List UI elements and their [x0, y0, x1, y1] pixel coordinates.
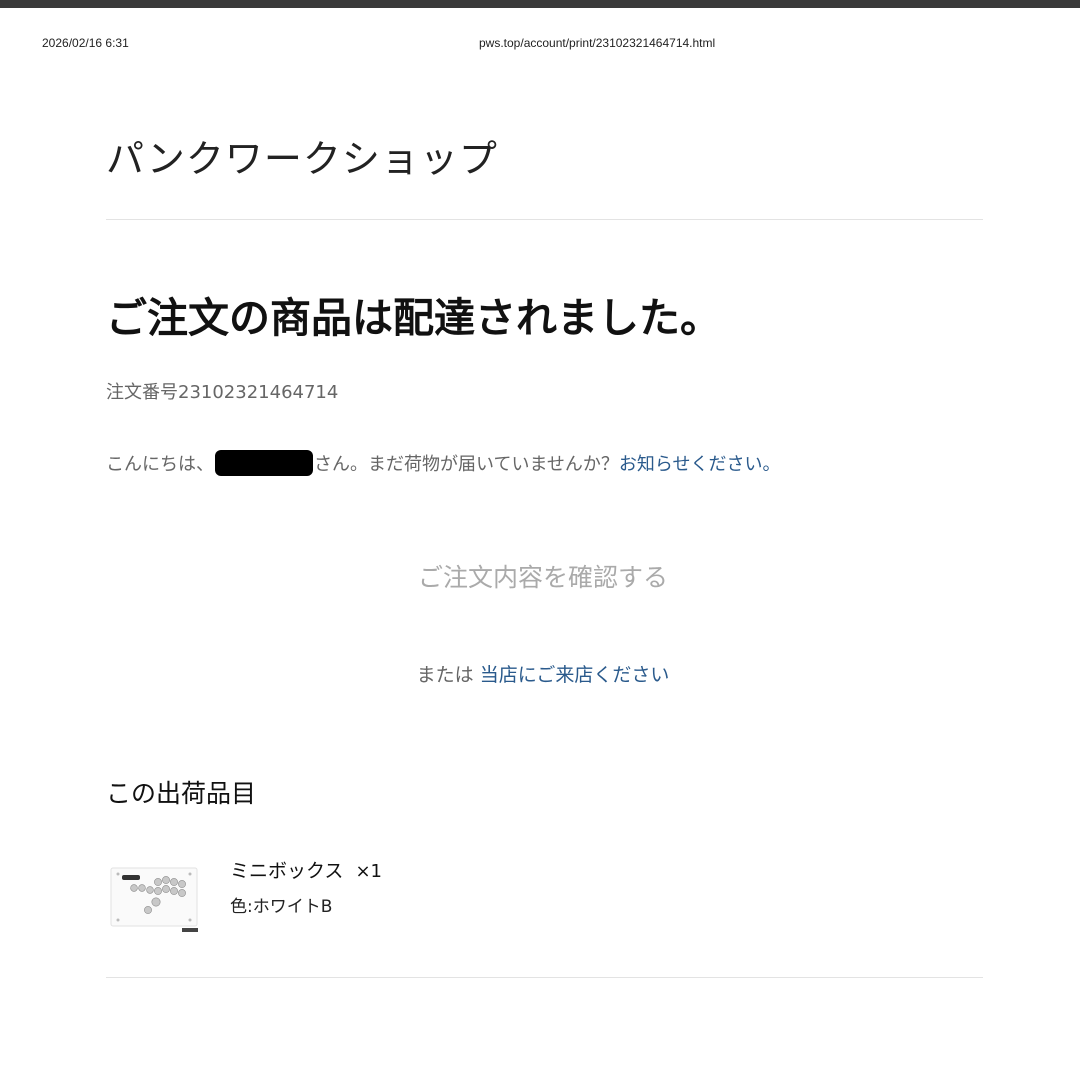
- visit-store-line: または 当店にご来店ください: [0, 660, 1080, 687]
- product-image: [110, 864, 200, 938]
- window-top-bar: [0, 0, 1080, 8]
- redacted-customer-name: [215, 450, 313, 476]
- order-number-value: 23102321464714: [178, 382, 339, 403]
- shop-name: パンクワークショップ: [106, 137, 498, 181]
- product-name-line: ミニボックス ×1: [230, 856, 382, 883]
- footer-divider: [106, 977, 983, 978]
- variant-value: ホワイトB: [252, 897, 333, 917]
- header-divider: [106, 219, 983, 220]
- product-name: ミニボックス: [230, 860, 344, 882]
- visit-store-link[interactable]: 当店にご来店ください: [480, 664, 670, 686]
- hitbox-controller-icon: [110, 867, 198, 932]
- delivery-heading: ご注文の商品は配達されました。: [106, 294, 721, 342]
- order-number: 注文番号23102321464714: [106, 378, 338, 404]
- order-number-label: 注文番号: [106, 382, 178, 403]
- product-quantity: ×1: [355, 861, 382, 882]
- product-variant: 色:ホワイトB: [230, 892, 332, 917]
- print-header: 2026/02/16 6:31 pws.top/account/print/23…: [0, 36, 1080, 54]
- shipment-items-heading: この出荷品目: [106, 779, 257, 808]
- print-datetime: 2026/02/16 6:31: [42, 36, 129, 50]
- notify-us-link[interactable]: お知らせください。: [619, 454, 781, 475]
- greeting-prefix: こんにちは、: [106, 454, 214, 475]
- variant-label: 色:: [230, 897, 253, 917]
- greeting-suffix: さん。まだ荷物が届いていませんか？: [314, 454, 619, 475]
- greeting-line: こんにちは、 さん。まだ荷物が届いていませんか？お知らせください。: [106, 450, 781, 476]
- print-url: pws.top/account/print/23102321464714.htm…: [479, 36, 716, 50]
- or-text: または: [416, 664, 474, 686]
- review-order-button[interactable]: ご注文内容を確認する: [340, 555, 746, 597]
